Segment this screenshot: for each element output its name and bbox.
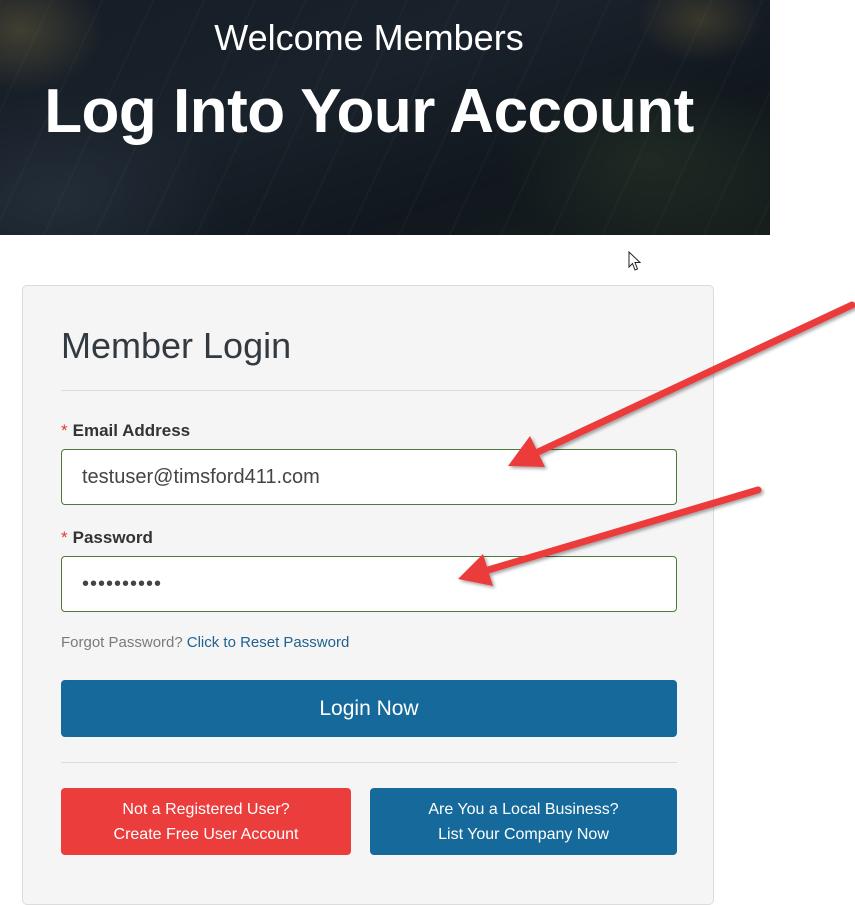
email-field[interactable] xyxy=(61,449,677,505)
required-mark: * xyxy=(61,528,68,547)
member-login-card: Member Login *Email Address *Password Fo… xyxy=(22,285,714,905)
register-line-1: Not a Registered User? xyxy=(122,800,290,818)
create-user-account-button[interactable]: Not a Registered User? Create Free User … xyxy=(61,788,351,855)
title-divider xyxy=(61,390,677,391)
password-field[interactable] xyxy=(61,556,677,612)
password-label: * Password xyxy=(61,528,153,548)
list-company-button[interactable]: Are You a Local Business? List Your Comp… xyxy=(370,788,677,855)
mouse-cursor-icon xyxy=(628,251,642,271)
hero-subtitle: Welcome Members xyxy=(214,17,524,58)
required-mark: * xyxy=(61,421,68,440)
card-title: Member Login xyxy=(61,325,292,366)
login-button[interactable]: Login Now xyxy=(61,680,677,737)
business-line-1: Are You a Local Business? xyxy=(428,800,619,818)
hero-banner: Welcome Members Log Into Your Account xyxy=(0,0,770,235)
forgot-password-prompt: Forgot Password? xyxy=(61,634,183,651)
business-line-2: List Your Company Now xyxy=(438,825,609,843)
register-line-2: Create Free User Account xyxy=(113,825,299,843)
email-label-text: Email Address xyxy=(72,421,191,440)
hero-title: Log Into Your Account xyxy=(44,77,694,146)
email-label: * Email Address xyxy=(61,421,190,441)
password-label-text: Password xyxy=(72,528,153,547)
reset-password-link[interactable]: Click to Reset Password xyxy=(187,634,350,651)
buttons-divider xyxy=(61,762,677,763)
forgot-password-row: Forgot Password? Click to Reset Password xyxy=(61,633,349,653)
